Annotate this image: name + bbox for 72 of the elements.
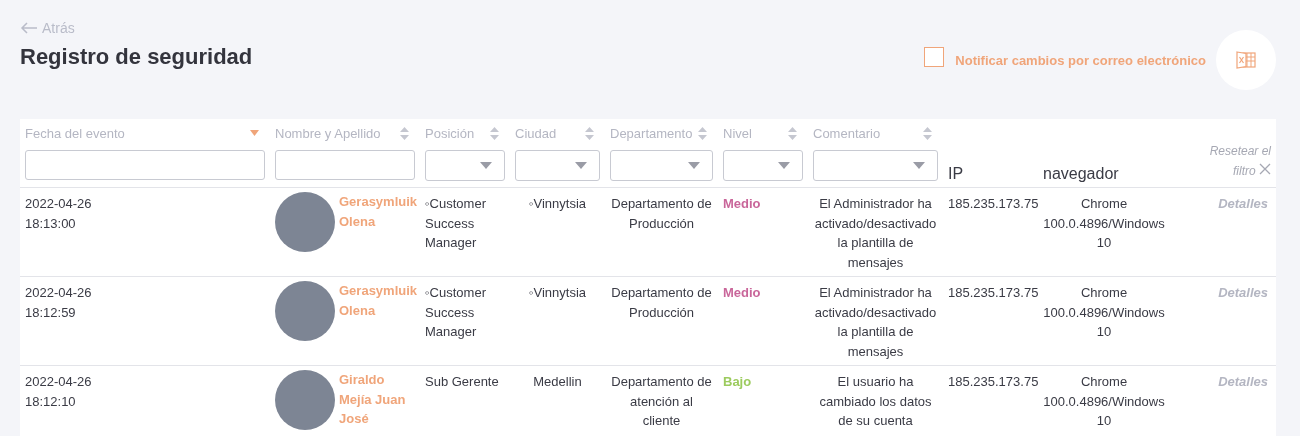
filter-input[interactable] bbox=[275, 150, 415, 180]
position-text: Sub Gerente bbox=[425, 373, 499, 391]
browser-text: Chrome 100.0.4896/Windows 10 bbox=[1043, 373, 1165, 430]
event-time: 18:12:59 bbox=[25, 303, 76, 322]
column-header[interactable]: Ciudad bbox=[515, 125, 557, 141]
filter-input[interactable] bbox=[25, 150, 265, 180]
filter-dropdown[interactable] bbox=[425, 150, 505, 181]
caret-down-icon bbox=[913, 162, 925, 169]
comment-text: El Administrador ha activado/desactivado la plantilla de mensajes bbox=[813, 284, 938, 361]
avatar-photo-placeholder bbox=[275, 370, 335, 430]
comment-text: El Administrador ha activado/desactivado la plantilla de mensajes bbox=[813, 195, 938, 272]
details-link[interactable]: Detalles bbox=[1218, 194, 1268, 214]
ip-address: 185.235.173.75 bbox=[948, 195, 1039, 213]
sort-icon[interactable] bbox=[490, 126, 499, 140]
column-header[interactable]: Departamento bbox=[610, 125, 693, 141]
checkbox-label[interactable]: Notificar cambios por correo electrónico bbox=[955, 52, 1206, 68]
city-text: Medellin bbox=[533, 373, 582, 391]
avatar-photo-placeholder bbox=[275, 281, 335, 341]
ip-address: 185.235.173.75 bbox=[948, 284, 1039, 302]
sort-icon[interactable] bbox=[400, 126, 409, 140]
sort-icon[interactable] bbox=[923, 126, 932, 140]
back-link[interactable]: Atrás bbox=[20, 20, 75, 36]
filter-dropdown[interactable] bbox=[813, 150, 938, 181]
caret-down-icon bbox=[778, 162, 790, 169]
person-name[interactable]: Gerasymluik Olena bbox=[339, 192, 418, 231]
details-link[interactable]: Detalles bbox=[1218, 283, 1268, 303]
ip-address: 185.235.173.75 bbox=[948, 373, 1039, 391]
spreadsheet-icon bbox=[1236, 51, 1256, 69]
reset-filter-button[interactable]: Resetear el filtro bbox=[1199, 141, 1271, 181]
department-text: Departamento de Producción bbox=[610, 284, 713, 322]
event-time: 18:12:10 bbox=[25, 392, 76, 411]
event-date: 2022-04-26 bbox=[25, 373, 92, 391]
details-link[interactable]: Detalles bbox=[1218, 372, 1268, 392]
column-header: navegador bbox=[1043, 165, 1120, 183]
filter-dropdown[interactable] bbox=[515, 150, 600, 181]
level-label: Bajo bbox=[723, 373, 752, 391]
filter-dropdown[interactable] bbox=[610, 150, 713, 181]
sort-icon[interactable] bbox=[698, 126, 707, 140]
column-header: IP bbox=[948, 165, 965, 183]
event-date: 2022-04-26 bbox=[25, 284, 92, 302]
column-header[interactable]: Nombre y Apellido bbox=[275, 125, 381, 141]
browser-text: Chrome 100.0.4896/Windows 10 bbox=[1043, 284, 1165, 341]
avatar-photo-placeholder bbox=[275, 192, 335, 252]
sort-icon[interactable] bbox=[585, 126, 594, 140]
event-time: 18:13:00 bbox=[25, 214, 76, 233]
position-text: ◦Customer Success Manager bbox=[425, 195, 487, 252]
department-text: Departamento de atención al cliente bbox=[610, 373, 713, 430]
arrow-left-icon bbox=[20, 22, 38, 34]
column-header[interactable]: Fecha del evento bbox=[25, 125, 125, 141]
column-header[interactable]: Nivel bbox=[723, 125, 752, 141]
checkbox[interactable] bbox=[924, 47, 945, 67]
department-text: Departamento de Producción bbox=[610, 195, 713, 233]
position-text: ◦Customer Success Manager bbox=[425, 284, 487, 341]
caret-down-icon bbox=[575, 162, 587, 169]
city-text: ◦Vinnytsia bbox=[528, 284, 587, 302]
filter-dropdown[interactable] bbox=[723, 150, 803, 181]
person-name[interactable]: Giraldo Mejía Juan José bbox=[339, 370, 415, 429]
browser-text: Chrome 100.0.4896/Windows 10 bbox=[1043, 195, 1165, 252]
comment-text: El usuario ha cambiado los datos de su cuenta bbox=[818, 373, 933, 430]
sort-icon[interactable] bbox=[788, 126, 797, 140]
column-header[interactable]: Comentario bbox=[813, 125, 881, 141]
page-title: Registro de seguridad bbox=[20, 44, 253, 70]
close-icon bbox=[1259, 163, 1271, 175]
event-date: 2022-04-26 bbox=[25, 195, 92, 213]
column-header[interactable]: Posición bbox=[425, 125, 475, 141]
city-text: ◦Vinnytsia bbox=[528, 195, 587, 213]
caret-down-icon bbox=[688, 162, 700, 169]
person-name[interactable]: Gerasymluik Olena bbox=[339, 281, 418, 320]
sort-desc-icon[interactable] bbox=[250, 130, 259, 136]
level-label: Medio bbox=[723, 195, 761, 213]
caret-down-icon bbox=[480, 162, 492, 169]
level-label: Medio bbox=[723, 284, 761, 302]
